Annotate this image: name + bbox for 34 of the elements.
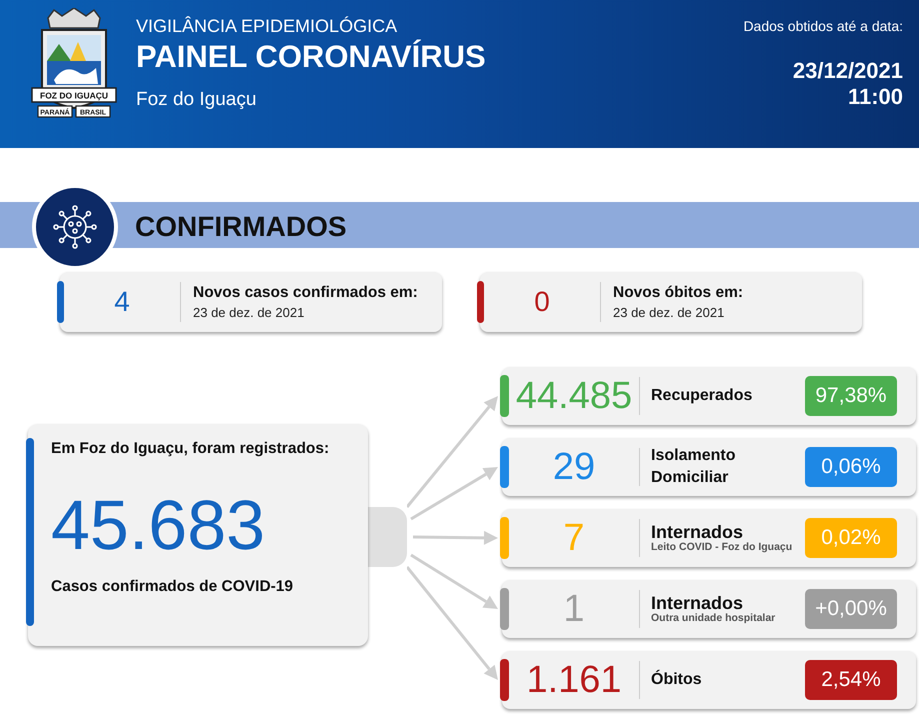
percent-badge: +0,00%: [805, 589, 897, 629]
virus-icon: [53, 205, 97, 249]
summary-title: Novos óbitos em:: [613, 284, 744, 302]
breakdown-label: Óbitos: [651, 668, 703, 690]
breakdown-label: Internados: [651, 522, 744, 542]
summary-title: Novos casos confirmados em:: [193, 284, 418, 302]
breakdown-value: 7: [562, 516, 586, 560]
page-title: PAINEL CORONAVÍRUS: [136, 39, 487, 75]
total-caption: Casos confirmados de COVID-19: [51, 578, 294, 596]
breakdown-value: 44.485: [514, 374, 634, 418]
breakdown-label: Isolamento Domiciliar: [651, 446, 736, 488]
breakdown-sublabel: Leito COVID - Foz do Iguaçu: [651, 541, 794, 554]
summary-value: 4: [113, 286, 131, 318]
percent-badge: 0,06%: [805, 447, 897, 487]
date-label: Dados obtidos até a data:: [743, 18, 903, 34]
summary-date: 23 de dez. de 2021: [613, 305, 726, 320]
total-intro: Em Foz do Iguaçu, foram registrados:: [51, 440, 330, 458]
section-title: CONFIRMADOS: [135, 211, 347, 243]
update-date: 23/12/2021: [792, 58, 903, 84]
percent-badge: 97,38%: [805, 376, 897, 416]
percent-badge: 0,02%: [805, 518, 897, 558]
breakdown-value: 29: [552, 446, 596, 488]
header-kicker: VIGILÂNCIA EPIDEMIOLÓGICA: [136, 16, 398, 37]
percent-badge: 2,54%: [805, 660, 897, 700]
update-time: 11:00: [848, 84, 903, 110]
breakdown-label: Recuperados: [651, 386, 754, 406]
summary-value: 0: [533, 286, 551, 318]
breakdown-value: 1: [562, 588, 586, 630]
breakdown-sublabel: Outra unidade hospitalar: [651, 612, 776, 624]
breakdown-value: 1.161: [525, 658, 623, 702]
summary-date: 23 de dez. de 2021: [193, 305, 306, 320]
breakdown-label: Internados: [651, 594, 744, 612]
total-value: 45.683: [51, 490, 266, 560]
city-name: Foz do Iguaçu: [136, 89, 258, 111]
